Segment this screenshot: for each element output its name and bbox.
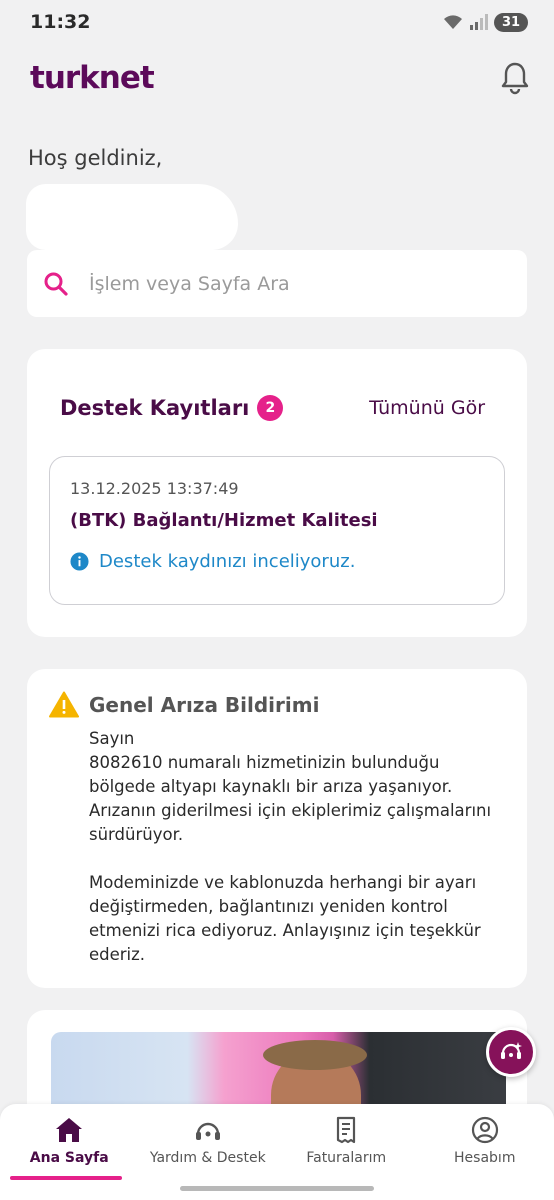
info-icon: [70, 552, 89, 571]
nav-support-label: Yardım & Destek: [149, 1150, 266, 1166]
app-header: turknet: [30, 56, 530, 100]
status-indicators: 31: [442, 12, 528, 32]
customer-name-redacted: [139, 731, 180, 748]
home-icon: [56, 1118, 83, 1142]
support-tickets-count-badge: 2: [257, 395, 284, 421]
ticket-title: (BTK) Bağlantı/Hizmet Kalitesi: [70, 510, 378, 531]
home-indicator: [180, 1186, 374, 1191]
nav-invoices-label: Faturalarım: [306, 1150, 387, 1166]
signal-icon: [470, 14, 488, 30]
outage-notice-card: Genel Arıza Bildirimi Sayın 8082610 numa…: [27, 669, 527, 988]
warning-icon: [49, 691, 79, 718]
wifi-icon: [444, 15, 462, 29]
outage-paragraph-2: Modeminizde ve kablonuzda herhangi bir a…: [89, 873, 481, 964]
outage-greeting-line: Sayın: [89, 727, 509, 751]
battery-indicator: 31: [494, 12, 528, 32]
status-bar: 11:32 31: [0, 0, 554, 44]
see-all-link[interactable]: Tümünü Gör: [369, 397, 485, 419]
active-tab-indicator: [10, 1176, 122, 1180]
chat-assistant-button[interactable]: [486, 1027, 536, 1077]
bell-icon[interactable]: [500, 61, 530, 95]
assistant-icon: [501, 1042, 522, 1059]
account-icon: [471, 1116, 498, 1144]
support-tickets-header: Destek Kayıtları 2 Tümünü Gör: [60, 395, 485, 421]
ticket-date: 13.12.2025 13:37:49: [70, 479, 239, 498]
search-bar[interactable]: [27, 250, 527, 317]
turknet-logo: turknet: [30, 60, 155, 96]
support-tickets-title: Destek Kayıtları 2: [60, 395, 284, 421]
promo-hat-image: [263, 1040, 367, 1070]
search-icon: [44, 272, 68, 296]
support-ticket-item[interactable]: 13.12.2025 13:37:49 (BTK) Bağlantı/Hizme…: [49, 456, 505, 605]
nav-home-label: Ana Sayfa: [29, 1150, 109, 1166]
nav-home[interactable]: Ana Sayfa: [0, 1104, 139, 1200]
support-tickets-title-text: Destek Kayıtları: [60, 396, 250, 420]
search-input[interactable]: [89, 272, 469, 295]
status-time: 11:32: [30, 11, 91, 33]
invoice-icon: [337, 1116, 356, 1144]
outage-greeting: Sayın: [89, 729, 135, 748]
outage-title: Genel Arıza Bildirimi: [89, 693, 320, 717]
welcome-text: Hoş geldiniz,: [28, 146, 163, 170]
nav-account-label: Hesabım: [454, 1150, 516, 1166]
support-tickets-card: Destek Kayıtları 2 Tümünü Gör 13.12.2025…: [27, 349, 527, 637]
user-name-redacted: [26, 184, 238, 250]
ticket-status: Destek kaydınızı inceliyoruz.: [70, 551, 484, 572]
support-headset-icon: [195, 1122, 220, 1140]
outage-paragraph-1: 8082610 numaralı hizmetinizin bulunduğu …: [89, 753, 492, 844]
nav-account[interactable]: Hesabım: [416, 1104, 554, 1200]
outage-message: Sayın 8082610 numaralı hizmetinizin bulu…: [89, 727, 509, 991]
ticket-status-text: Destek kaydınızı inceliyoruz.: [99, 551, 356, 572]
